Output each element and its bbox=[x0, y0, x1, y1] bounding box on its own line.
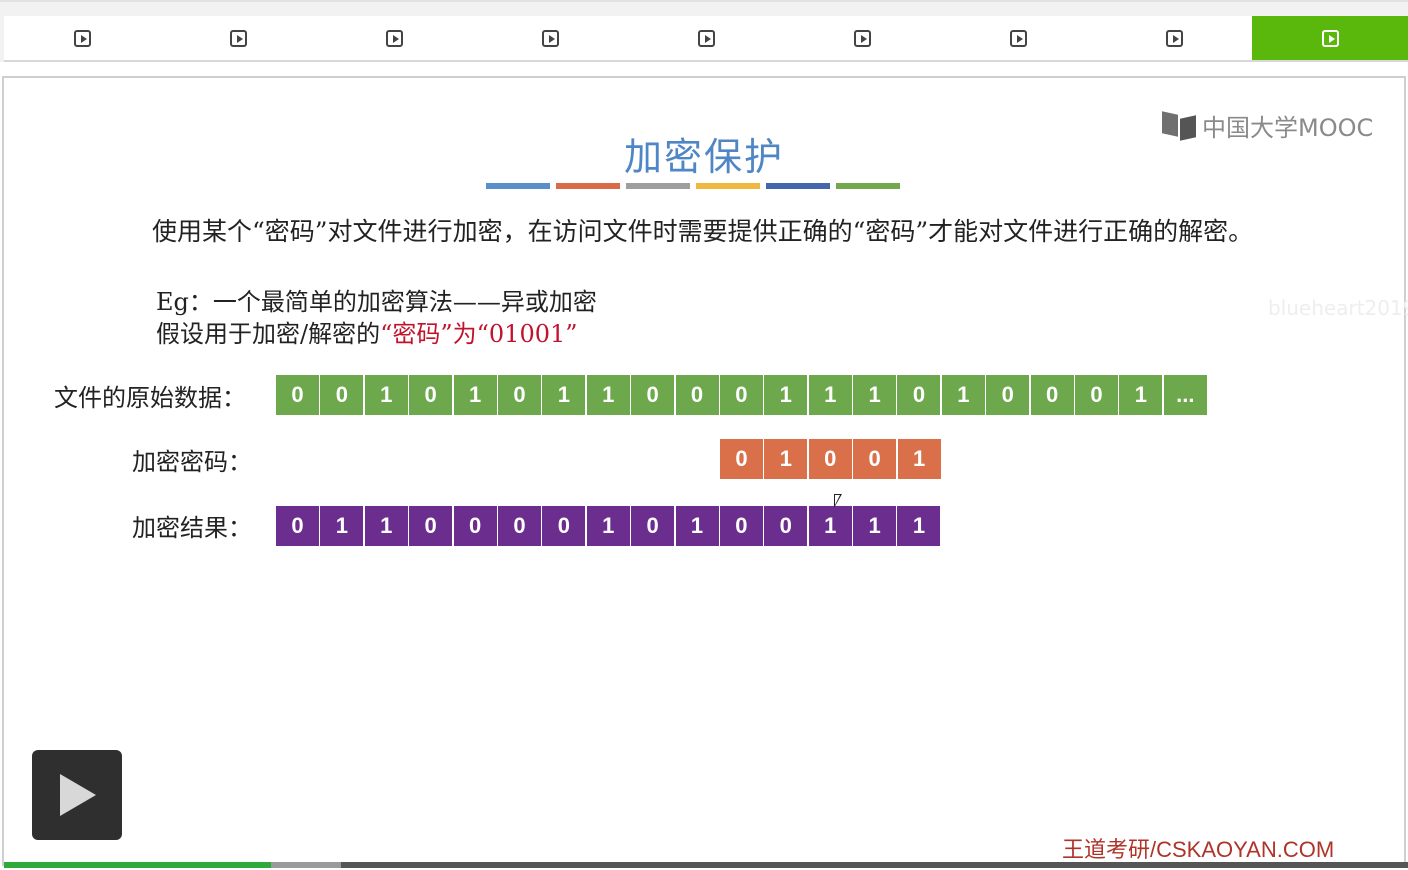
result-bit-4: 0 bbox=[409, 506, 453, 546]
original-bit-19: 0 bbox=[1075, 375, 1119, 415]
section-nav-strip bbox=[4, 16, 1408, 62]
original-bit-21: ... bbox=[1163, 375, 1207, 415]
result-bit-6: 0 bbox=[497, 506, 541, 546]
section-tab-4[interactable] bbox=[472, 16, 628, 60]
original-bit-9: 0 bbox=[631, 375, 675, 415]
watermark: blueheart2019 bbox=[1268, 296, 1408, 320]
result-label: 加密结果： bbox=[132, 514, 252, 542]
result-bits: 011000010100111 bbox=[276, 506, 942, 546]
title-underbar-5 bbox=[766, 183, 830, 189]
play-button[interactable] bbox=[32, 750, 122, 840]
result-bit-11: 0 bbox=[719, 506, 763, 546]
mouse-cursor-icon bbox=[834, 494, 842, 508]
key-bits: 01001 bbox=[720, 439, 942, 479]
result-bit-10: 1 bbox=[675, 506, 719, 546]
original-bit-5: 1 bbox=[453, 375, 497, 415]
original-data-label: 文件的原始数据： bbox=[54, 384, 246, 412]
original-bit-3: 1 bbox=[364, 375, 408, 415]
original-bit-8: 1 bbox=[586, 375, 630, 415]
video-play-icon bbox=[697, 29, 715, 47]
title-underbars bbox=[486, 183, 900, 189]
title-underbar-3 bbox=[626, 183, 690, 189]
result-bit-14: 1 bbox=[853, 506, 897, 546]
original-bit-13: 1 bbox=[808, 375, 852, 415]
title-underbar-6 bbox=[836, 183, 900, 189]
example-line-1: Eg：一个最简单的加密算法——异或加密 bbox=[156, 288, 597, 316]
example-line-2-highlight: “密码”为“01001” bbox=[380, 320, 578, 348]
book-icon bbox=[1162, 111, 1198, 141]
title-underbar-4 bbox=[696, 183, 760, 189]
video-play-icon bbox=[385, 29, 403, 47]
example-line-2-prefix: 假设用于加密/解密的 bbox=[156, 320, 381, 348]
result-bit-15: 1 bbox=[897, 506, 941, 546]
key-bit-5: 1 bbox=[897, 439, 941, 479]
key-bit-1: 0 bbox=[720, 439, 763, 479]
original-bit-1: 0 bbox=[276, 375, 319, 415]
result-bit-8: 1 bbox=[586, 506, 630, 546]
original-bit-17: 0 bbox=[986, 375, 1030, 415]
result-bit-3: 1 bbox=[364, 506, 408, 546]
footer-brand: 王道考研/CSKAOYAN.COM bbox=[1062, 837, 1335, 862]
section-tab-8[interactable] bbox=[1096, 16, 1252, 60]
video-play-icon bbox=[541, 29, 559, 47]
video-progress-bar[interactable] bbox=[4, 862, 1408, 868]
title-underbar-1 bbox=[486, 183, 550, 189]
video-play-icon bbox=[853, 29, 871, 47]
result-bit-12: 0 bbox=[764, 506, 808, 546]
key-bit-3: 0 bbox=[808, 439, 852, 479]
original-bit-12: 1 bbox=[764, 375, 808, 415]
section-tab-9[interactable] bbox=[1252, 16, 1408, 60]
original-bit-16: 1 bbox=[941, 375, 985, 415]
section-tab-7[interactable] bbox=[940, 16, 1096, 60]
video-play-icon bbox=[1009, 29, 1027, 47]
section-tab-1[interactable] bbox=[4, 16, 160, 60]
result-bit-9: 0 bbox=[631, 506, 675, 546]
title-underbar-2 bbox=[556, 183, 620, 189]
original-bit-18: 0 bbox=[1030, 375, 1074, 415]
original-bit-6: 0 bbox=[497, 375, 541, 415]
key-bit-4: 0 bbox=[853, 439, 897, 479]
section-tab-6[interactable] bbox=[784, 16, 940, 60]
result-bit-1: 0 bbox=[276, 506, 319, 546]
section-tab-2[interactable] bbox=[160, 16, 316, 60]
key-label: 加密密码： bbox=[132, 448, 252, 476]
key-bit-2: 1 bbox=[764, 439, 808, 479]
original-bit-20: 1 bbox=[1119, 375, 1163, 415]
result-bit-7: 0 bbox=[542, 506, 586, 546]
result-bit-5: 0 bbox=[453, 506, 497, 546]
section-tab-3[interactable] bbox=[316, 16, 472, 60]
original-bit-2: 0 bbox=[320, 375, 364, 415]
original-data-bits: 0 0 1 0 1 0 1 1 0 0 0 1 1 1 0 1 0 0 0 1... bbox=[276, 375, 1208, 415]
section-tab-5[interactable] bbox=[628, 16, 784, 60]
description-text: 使用某个“密码”对文件进行加密，在访问文件时需要提供正确的“密码”才能对文件进行… bbox=[152, 217, 1254, 246]
mooc-logo: 中国大学MOOC bbox=[1162, 108, 1373, 143]
original-bit-14: 1 bbox=[853, 375, 897, 415]
video-play-icon bbox=[1165, 29, 1183, 47]
result-bit-13: 1 bbox=[808, 506, 852, 546]
video-play-icon bbox=[1321, 29, 1339, 47]
video-play-icon bbox=[73, 29, 91, 47]
original-bit-7: 1 bbox=[542, 375, 586, 415]
example-line-2: 假设用于加密/解密的“密码”为“01001” bbox=[156, 314, 578, 349]
original-bit-10: 0 bbox=[675, 375, 719, 415]
section-nav bbox=[0, 0, 1408, 62]
video-play-icon bbox=[229, 29, 247, 47]
original-bit-15: 0 bbox=[897, 375, 941, 415]
original-bit-11: 0 bbox=[719, 375, 763, 415]
result-bit-2: 1 bbox=[320, 506, 364, 546]
original-bit-4: 0 bbox=[409, 375, 453, 415]
progress-played bbox=[4, 862, 271, 868]
mooc-logo-text: 中国大学MOOC bbox=[1202, 114, 1374, 142]
